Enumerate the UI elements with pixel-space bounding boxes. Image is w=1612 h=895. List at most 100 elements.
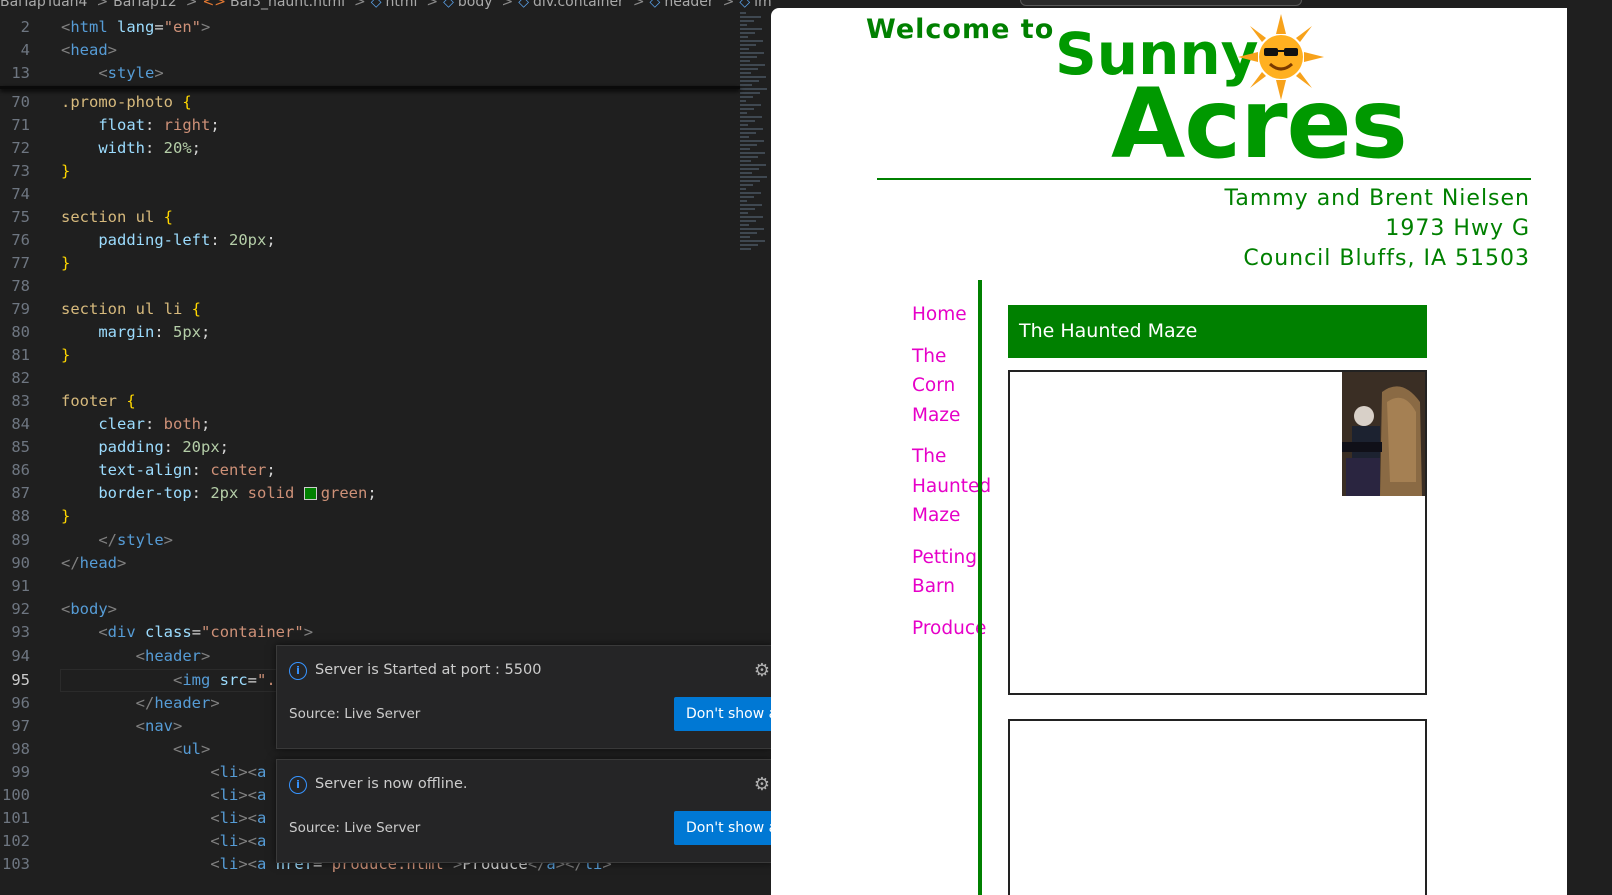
line-number: 97 [11, 717, 30, 735]
code-token: 2px [210, 484, 239, 502]
line-number: 80 [11, 323, 30, 341]
code-token: ; [201, 415, 211, 433]
code-line[interactable]: 85 padding: 20px; [0, 436, 755, 459]
code-line[interactable]: 74 [0, 183, 755, 206]
breadcrumb-item[interactable]: body [458, 0, 493, 10]
code-token: > [107, 41, 118, 59]
color-swatch-icon[interactable] [303, 487, 317, 500]
code-token: < [135, 717, 145, 735]
breadcrumb-item[interactable]: BaiTap12 [113, 0, 177, 10]
code-line[interactable]: 71 float: right; [0, 114, 755, 137]
dont-show-again-button[interactable]: Don't show again [674, 811, 784, 845]
code-token: < [210, 763, 220, 781]
nav-link[interactable]: The Corn Maze [912, 342, 972, 431]
line-number: 78 [11, 277, 30, 295]
notification-server-started: i Server is Started at port : 5500 ⚙ Sou… [276, 645, 784, 749]
line-number: 103 [2, 855, 30, 873]
code-token: ul [182, 740, 201, 758]
code-line[interactable]: 4 <head> [0, 39, 755, 62]
section-title: The Haunted Maze [1008, 305, 1427, 358]
line-number: 2 [20, 18, 30, 36]
code-line[interactable]: 93 <div class="container"> [0, 621, 755, 644]
code-line[interactable]: 83 footer { [0, 390, 755, 413]
code-token: li [219, 786, 239, 804]
code-token: text-align [98, 461, 192, 479]
nav-link[interactable]: Petting Barn [912, 543, 977, 602]
nav-link-text: Petting [912, 546, 977, 568]
code-line[interactable]: 73} [0, 160, 755, 183]
code-line[interactable]: 13 <style> [0, 62, 755, 85]
browser-preview[interactable]: Welcome to Sunny Acres Tammy and Brent N… [771, 8, 1567, 895]
code-line[interactable]: 80 margin: 5px; [0, 321, 755, 344]
code-line[interactable]: 92 <body> [0, 598, 755, 621]
code-token: < [172, 740, 183, 758]
chevron-right-icon: > [426, 0, 439, 10]
code-token: "container" [201, 623, 304, 641]
nav-link-text: Maze [912, 505, 961, 526]
breadcrumb-item[interactable]: Bai3_haunt.html [230, 0, 345, 10]
code-line[interactable]: 78 [0, 275, 755, 298]
code-token: width [98, 139, 145, 157]
gear-icon[interactable]: ⚙ [754, 660, 770, 681]
line-number: 102 [2, 832, 30, 850]
code-token: { [182, 93, 192, 111]
breadcrumb-item[interactable]: BaiTapTuan4 [0, 0, 87, 10]
nav-link[interactable]: Produce [912, 614, 986, 644]
code-line[interactable]: 91 [0, 575, 755, 598]
code-line[interactable]: 87 border-top: 2px solid green; [0, 482, 755, 505]
code-token: html [70, 18, 108, 36]
code-token: : [145, 415, 164, 433]
line-number: 98 [11, 740, 30, 758]
code-line[interactable]: 70 .promo-photo { [0, 91, 755, 114]
nav-link[interactable]: Home [912, 300, 972, 330]
code-token: ; [219, 438, 229, 456]
code-line[interactable]: 86 text-align: center; [0, 459, 755, 482]
preview-url-bar[interactable] [1020, 0, 1302, 6]
code-token: section ul li [61, 300, 183, 318]
code-line[interactable]: 2 <html lang="en"> [0, 16, 755, 39]
breadcrumb-item[interactable]: header [664, 0, 713, 10]
code-token: body [70, 600, 108, 618]
dont-show-again-button[interactable]: Don't show again [674, 697, 784, 731]
line-number: 79 [11, 300, 30, 318]
code-line[interactable]: 72 width: 20%; [0, 137, 755, 160]
code-token: green [320, 484, 368, 502]
code-token: 20px [228, 231, 267, 249]
line-number: 85 [11, 438, 30, 456]
breadcrumb-item[interactable]: html [386, 0, 418, 10]
code-line[interactable]: 84 clear: both; [0, 413, 755, 436]
nav-link[interactable]: The Haunted Maze [912, 442, 991, 531]
code-line[interactable]: 90 </head> [0, 552, 755, 575]
header-divider [877, 178, 1531, 180]
breadcrumb-item[interactable]: div.container [533, 0, 624, 10]
code-line[interactable]: 89 </style> [0, 529, 755, 552]
code-token: float [98, 116, 145, 134]
code-token: </ [98, 531, 117, 549]
code-token: >< [238, 832, 257, 850]
code-line[interactable]: 75 section ul { [0, 206, 755, 229]
code-token: } [61, 254, 71, 272]
gear-icon[interactable]: ⚙ [754, 774, 770, 795]
code-line[interactable]: 76 padding-left: 20px; [0, 229, 755, 252]
code-line[interactable]: 77} [0, 252, 755, 275]
line-number: 93 [11, 623, 30, 641]
code-token: < [210, 855, 220, 873]
code-token: < [61, 41, 71, 59]
breadcrumb-item[interactable]: img [754, 0, 771, 10]
code-line[interactable]: 81} [0, 344, 755, 367]
code-line[interactable]: 82 [0, 367, 755, 390]
line-number: 83 [11, 392, 30, 410]
code-token: : [191, 484, 211, 502]
code-line[interactable]: 88} [0, 505, 755, 528]
code-line[interactable]: 79 section ul li { [0, 298, 755, 321]
code-token: 20% [163, 139, 192, 157]
code-token: > [201, 740, 211, 758]
code-token: < [61, 600, 71, 618]
nav-link-text: Maze [912, 404, 961, 426]
code-token: header [145, 647, 201, 665]
